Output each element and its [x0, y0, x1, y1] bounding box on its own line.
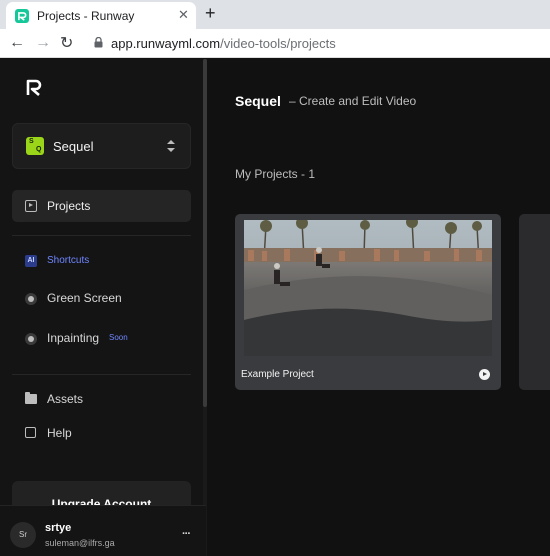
chevron-up-down-icon [167, 140, 175, 152]
close-tab-icon[interactable]: ✕ [178, 7, 189, 23]
lock-icon [94, 37, 103, 48]
ai-badge-icon: AI [25, 255, 37, 267]
main-content: Sequel – Create and Edit Video My Projec… [207, 59, 550, 556]
avatar: Sr [10, 522, 36, 548]
play-square-icon [25, 200, 37, 212]
skatepark-thumbnail-image [244, 220, 492, 356]
url-host: app.runwayml.com [111, 36, 221, 51]
user-name: srtye [45, 522, 72, 534]
new-tab-button[interactable]: + [205, 3, 216, 23]
page-title: Sequel [235, 93, 281, 109]
sidebar-item-help[interactable]: Help [25, 426, 195, 442]
workspace-badge: S Q [26, 137, 44, 155]
more-menu-icon[interactable]: ··· [182, 528, 191, 540]
address-bar[interactable]: app.runwayml.com/video-tools/projects [111, 36, 336, 51]
project-name: Example Project [241, 369, 314, 380]
workspace-name: Sequel [53, 139, 94, 154]
page-subtitle: – Create and Edit Video [289, 94, 417, 108]
browser-toolbar: ← → ↻ app.runwayml.com/video-tools/proje… [0, 29, 550, 58]
sidebar-item-label: Help [47, 426, 72, 440]
sidebar-item-inpainting[interactable]: Inpainting Soon [25, 331, 195, 347]
sidebar-item-label: Inpainting [47, 331, 100, 345]
sidebar-item-green-screen[interactable]: Green Screen [25, 291, 195, 307]
sidebar-item-label: Assets [47, 392, 84, 406]
workspace-badge-letter: S [29, 138, 34, 145]
sidebar-item-label: Green Screen [47, 291, 122, 305]
url-path: /video-tools/projects [220, 36, 336, 51]
workspace-badge-letter: Q [36, 146, 42, 153]
soon-badge: Soon [109, 333, 128, 342]
runway-favicon-icon [15, 9, 29, 23]
project-thumbnail[interactable] [244, 220, 492, 356]
tab-title: Projects - Runway [37, 9, 135, 23]
runway-logo-icon[interactable] [25, 78, 45, 98]
project-card[interactable]: Example Project [235, 214, 501, 390]
divider [12, 374, 191, 375]
browser-tab-bar: Projects - Runway ✕ + [0, 0, 550, 29]
divider [12, 235, 191, 236]
sidebar-item-assets[interactable]: Assets [25, 392, 195, 408]
play-icon[interactable] [479, 369, 490, 380]
user-profile[interactable]: Sr srtye suleman@ilfrs.ga ··· [0, 505, 206, 556]
forward-arrow-icon[interactable]: → [35, 34, 51, 52]
user-email: suleman@ilfrs.ga [45, 538, 115, 548]
sidebar-item-label: Projects [47, 199, 91, 213]
shortcuts-label: Shortcuts [47, 255, 90, 266]
help-icon [25, 427, 36, 438]
browser-tab[interactable]: Projects - Runway ✕ [6, 2, 196, 29]
radio-dot-icon [25, 333, 37, 345]
reload-icon[interactable]: ↻ [60, 33, 73, 53]
projects-heading: My Projects - 1 [235, 167, 316, 181]
radio-dot-icon [25, 293, 37, 305]
back-arrow-icon[interactable]: ← [9, 34, 25, 52]
folder-icon [25, 392, 37, 404]
workspace-selector[interactable]: S Q Sequel [12, 123, 191, 169]
sidebar-item-projects[interactable]: Projects [12, 190, 191, 222]
new-project-card[interactable] [519, 214, 550, 390]
